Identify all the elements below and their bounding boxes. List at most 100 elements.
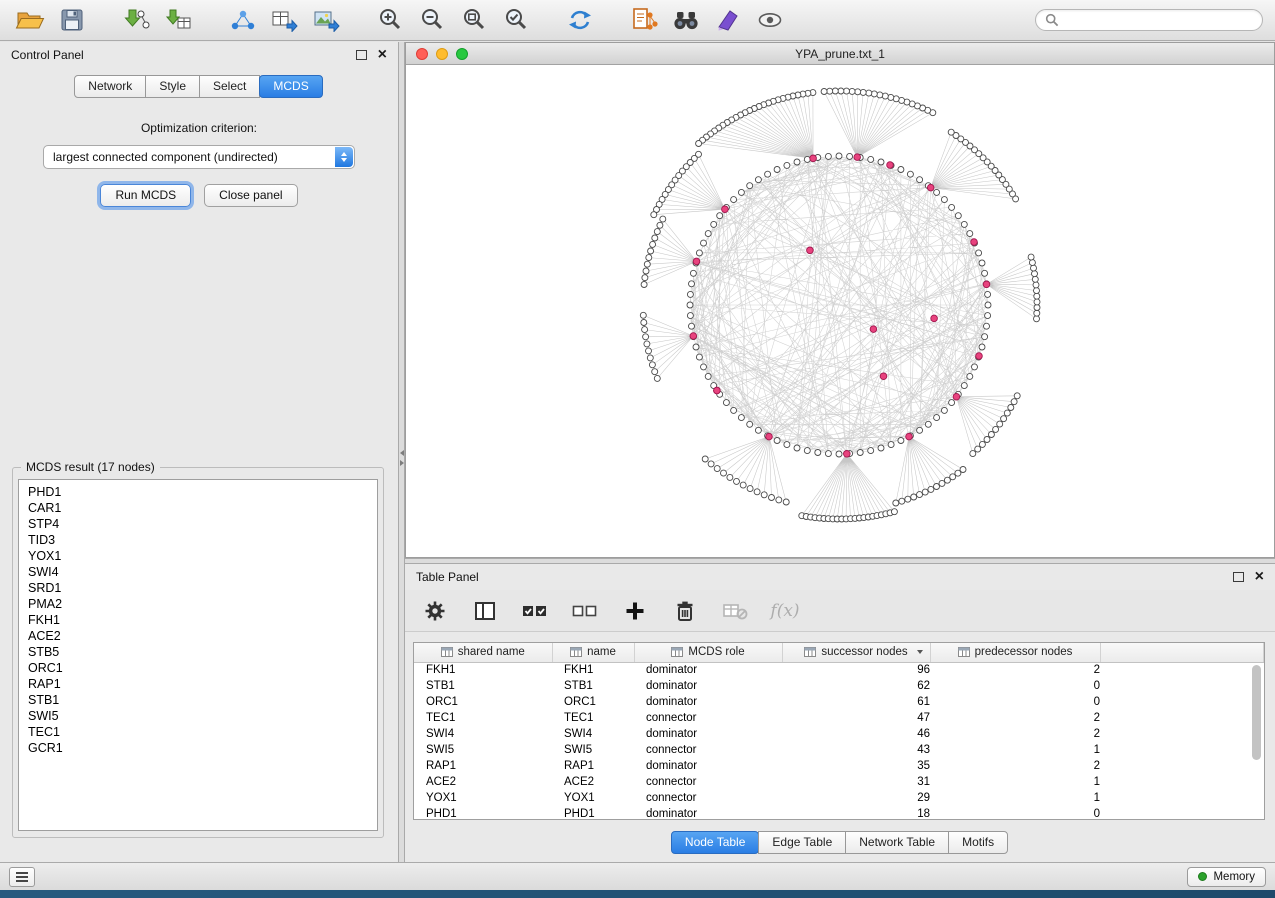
network-node[interactable] <box>769 495 775 501</box>
table-row[interactable]: STB1STB1dominator620 <box>414 678 1264 694</box>
network-node[interactable] <box>984 437 990 443</box>
float-table-panel-button[interactable] <box>1233 572 1244 582</box>
mcds-result-item[interactable]: FKH1 <box>19 612 377 628</box>
deselect-all-button[interactable] <box>571 597 599 625</box>
network-node[interactable] <box>985 302 991 308</box>
network-node[interactable] <box>882 93 888 99</box>
network-node[interactable] <box>949 400 955 406</box>
search-input[interactable] <box>1064 12 1253 28</box>
network-node[interactable] <box>1033 282 1039 288</box>
network-node[interactable] <box>979 441 985 447</box>
network-node[interactable] <box>888 442 894 448</box>
select-all-button[interactable] <box>521 597 549 625</box>
network-node[interactable] <box>899 498 905 504</box>
network-node[interactable] <box>979 344 985 350</box>
network-node[interactable] <box>755 177 761 183</box>
table-row[interactable]: FKH1FKH1dominator962 <box>414 662 1264 678</box>
network-node[interactable] <box>649 362 655 368</box>
network-node[interactable] <box>794 445 800 451</box>
network-dominator-node[interactable] <box>906 433 913 440</box>
network-node[interactable] <box>774 438 780 444</box>
network-node[interactable] <box>976 250 982 256</box>
network-dominator-node[interactable] <box>887 162 894 169</box>
memory-button[interactable]: Memory <box>1187 867 1266 887</box>
network-node[interactable] <box>975 446 981 452</box>
table-row[interactable]: SWI5SWI5connector431 <box>414 742 1264 758</box>
network-node[interactable] <box>776 497 782 503</box>
table-row[interactable]: SWI4SWI4dominator462 <box>414 726 1264 742</box>
network-node[interactable] <box>905 496 911 502</box>
mcds-result-item[interactable]: TID3 <box>19 532 377 548</box>
network-node[interactable] <box>774 167 780 173</box>
close-window-button[interactable] <box>416 48 428 60</box>
add-column-button[interactable] <box>621 597 649 625</box>
network-node[interactable] <box>643 334 649 340</box>
network-node[interactable] <box>705 373 711 379</box>
network-node[interactable] <box>731 197 737 203</box>
network-node[interactable] <box>955 213 961 219</box>
mcds-result-item[interactable]: TEC1 <box>19 724 377 740</box>
network-node[interactable] <box>941 197 947 203</box>
zoom-selected-button[interactable] <box>498 5 534 35</box>
network-node[interactable] <box>696 141 702 147</box>
table-row[interactable]: YOX1YOX1connector291 <box>414 790 1264 806</box>
mcds-result-item[interactable]: GCR1 <box>19 740 377 756</box>
network-node[interactable] <box>1034 293 1040 299</box>
network-node[interactable] <box>690 270 696 276</box>
network-dominator-node[interactable] <box>714 387 721 394</box>
network-node[interactable] <box>693 344 699 350</box>
column-header-shared-name[interactable]: shared name <box>414 643 552 662</box>
network-node[interactable] <box>847 153 853 159</box>
network-dominator-node[interactable] <box>854 154 861 161</box>
optimization-criterion-select[interactable]: largest connected component (undirected) <box>43 145 355 169</box>
network-node[interactable] <box>687 302 693 308</box>
network-node[interactable] <box>925 421 931 427</box>
import-network-button[interactable] <box>118 5 154 35</box>
network-node[interactable] <box>727 474 733 480</box>
network-node[interactable] <box>860 89 866 95</box>
network-node[interactable] <box>849 88 855 94</box>
network-node[interactable] <box>868 156 874 162</box>
network-node[interactable] <box>993 426 999 432</box>
table-row[interactable]: ORC1ORC1dominator610 <box>414 694 1264 710</box>
table-scrollbar-thumb[interactable] <box>1252 665 1261 760</box>
network-node[interactable] <box>825 153 831 159</box>
tab-mcds[interactable]: MCDS <box>259 75 322 98</box>
mcds-result-item[interactable]: YOX1 <box>19 548 377 564</box>
network-node[interactable] <box>717 213 723 219</box>
network-node[interactable] <box>836 153 842 159</box>
network-node[interactable] <box>979 260 985 266</box>
network-node[interactable] <box>960 467 966 473</box>
delete-column-button[interactable] <box>671 597 699 625</box>
network-node[interactable] <box>1004 410 1010 416</box>
network-dominator-node[interactable] <box>880 373 887 380</box>
network-node[interactable] <box>714 466 720 472</box>
maximize-window-button[interactable] <box>456 48 468 60</box>
network-dominator-node[interactable] <box>983 281 990 288</box>
network-node[interactable] <box>794 159 800 165</box>
network-node[interactable] <box>893 500 899 506</box>
refresh-button[interactable] <box>562 5 598 35</box>
document-export-button[interactable] <box>626 5 662 35</box>
network-node[interactable] <box>731 407 737 413</box>
network-node[interactable] <box>907 171 913 177</box>
network-dominator-node[interactable] <box>927 184 934 191</box>
close-panel-button[interactable]: × <box>378 47 387 63</box>
network-node[interactable] <box>643 268 649 274</box>
network-node[interactable] <box>761 492 767 498</box>
network-node[interactable] <box>648 248 654 254</box>
mcds-result-item[interactable]: CAR1 <box>19 500 377 516</box>
network-node[interactable] <box>949 204 955 210</box>
network-node[interactable] <box>738 189 744 195</box>
network-node[interactable] <box>1034 305 1040 311</box>
network-node[interactable] <box>804 448 810 454</box>
network-node[interactable] <box>755 427 761 433</box>
find-button[interactable] <box>668 5 704 35</box>
network-node[interactable] <box>1032 276 1038 282</box>
network-node[interactable] <box>985 291 991 297</box>
table-row[interactable]: RAP1RAP1dominator352 <box>414 758 1264 774</box>
network-node[interactable] <box>888 94 894 100</box>
network-node[interactable] <box>641 282 647 288</box>
network-node[interactable] <box>1001 416 1007 422</box>
show-columns-button[interactable] <box>471 597 499 625</box>
